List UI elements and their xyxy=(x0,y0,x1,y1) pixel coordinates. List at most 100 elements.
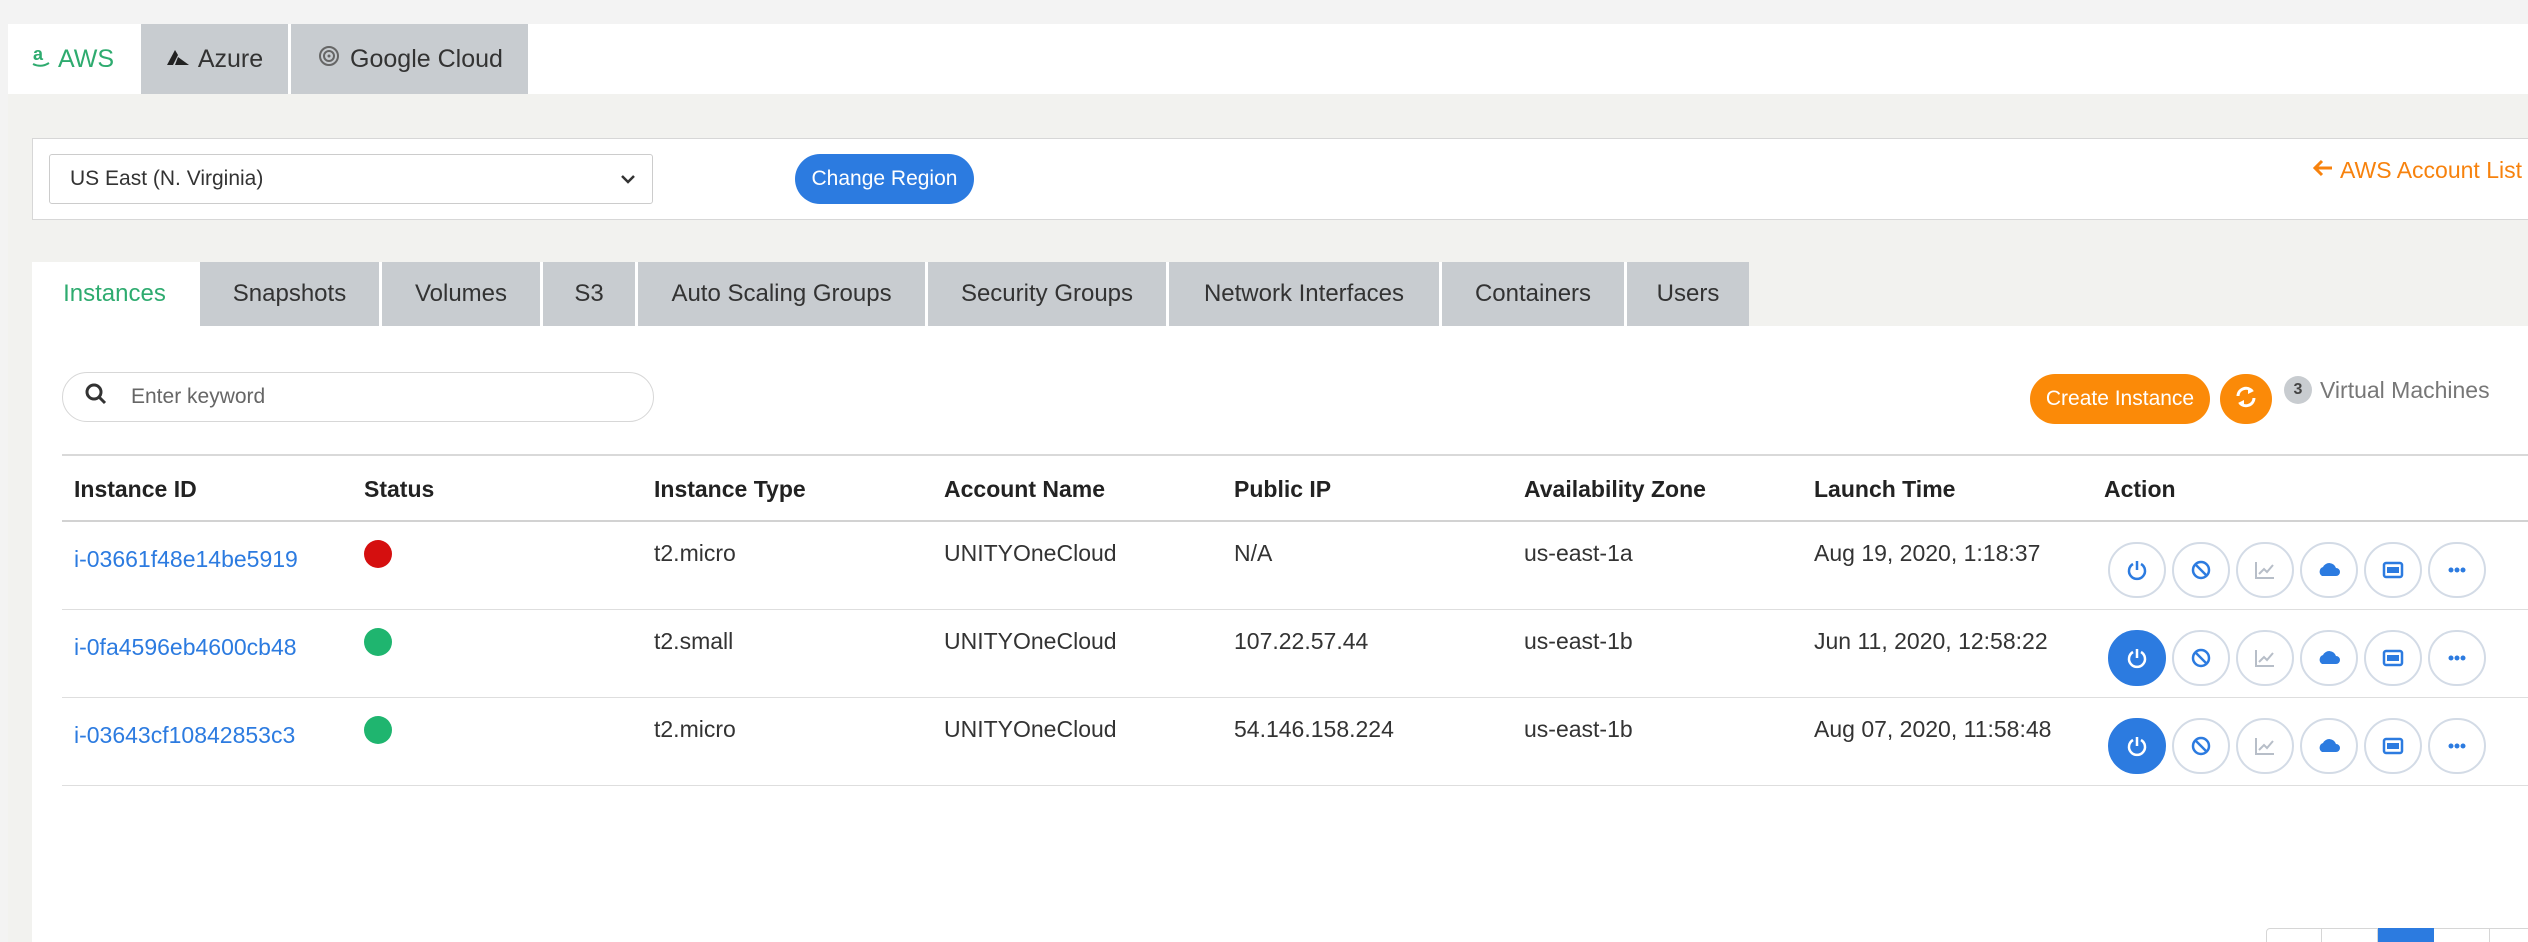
page-last-button[interactable]: » xyxy=(2490,928,2528,942)
page: a AWS Azure Google Cloud US East (N. Vir… xyxy=(0,0,2528,942)
page-first-button[interactable]: « xyxy=(2266,928,2322,942)
instance-id-link[interactable]: i-03661f48e14be5919 xyxy=(74,546,298,573)
arrow-left-icon xyxy=(2312,157,2334,184)
status-cell xyxy=(364,540,392,568)
google-cloud-icon xyxy=(316,45,342,74)
monitor-button[interactable] xyxy=(2236,630,2294,686)
more-button[interactable] xyxy=(2428,630,2486,686)
power-icon xyxy=(2127,737,2147,757)
tab-security-groups[interactable]: Security Groups xyxy=(928,262,1169,326)
chart-icon xyxy=(2255,562,2274,579)
cloud-button[interactable] xyxy=(2300,718,2358,774)
launch-time: Aug 19, 2020, 1:18:37 xyxy=(1814,540,2041,566)
ellipsis-icon xyxy=(2448,567,2466,573)
row-actions xyxy=(2108,718,2486,774)
cloud-icon xyxy=(2319,739,2340,752)
tab-aws[interactable]: a AWS xyxy=(8,24,141,94)
chart-icon xyxy=(2255,650,2274,667)
power-button[interactable] xyxy=(2108,630,2166,686)
status-running-dot xyxy=(364,716,392,744)
ellipsis-icon xyxy=(2448,743,2466,749)
tab-instances[interactable]: Instances xyxy=(32,262,200,326)
chevron-down-icon xyxy=(618,169,638,189)
tab-s3[interactable]: S3 xyxy=(543,262,638,326)
refresh-icon xyxy=(2233,384,2259,415)
power-button[interactable] xyxy=(2108,542,2166,598)
availability-zone: us-east-1a xyxy=(1524,540,1633,566)
console-button[interactable] xyxy=(2364,630,2422,686)
search-placeholder: Enter keyword xyxy=(131,385,266,408)
more-button[interactable] xyxy=(2428,718,2486,774)
tab-network-interfaces[interactable]: Network Interfaces xyxy=(1169,262,1442,326)
ban-icon xyxy=(2191,736,2211,756)
account-name: UNITYOneCloud xyxy=(944,628,1117,654)
search-icon xyxy=(85,383,107,411)
refresh-button[interactable] xyxy=(2220,374,2272,424)
server-icon xyxy=(2382,561,2404,579)
public-ip: 107.22.57.44 xyxy=(1234,628,1369,654)
tab-volumes[interactable]: Volumes xyxy=(382,262,543,326)
chart-icon xyxy=(2255,738,2274,755)
instance-id-link[interactable]: i-0fa4596eb4600cb48 xyxy=(74,634,297,661)
tab-azure[interactable]: Azure xyxy=(141,24,291,94)
search-input[interactable]: Enter keyword xyxy=(62,372,654,422)
monitor-button[interactable] xyxy=(2236,542,2294,598)
cloud-icon xyxy=(2319,651,2340,664)
tab-auto-scaling-groups[interactable]: Auto Scaling Groups xyxy=(638,262,928,326)
ban-icon xyxy=(2191,560,2211,580)
ellipsis-icon xyxy=(2448,655,2466,661)
table-row: i-0fa4596eb4600cb48 t2.small UNITYOneClo… xyxy=(62,610,2528,698)
public-ip: 54.146.158.224 xyxy=(1234,716,1394,742)
server-icon xyxy=(2382,649,2404,667)
header-status[interactable]: Status xyxy=(364,476,434,503)
page-prev-button[interactable]: ‹ xyxy=(2322,928,2378,942)
row-actions xyxy=(2108,630,2486,686)
cloud-button[interactable] xyxy=(2300,542,2358,598)
instances-panel: Enter keyword Create Instance 3 Virtual … xyxy=(32,326,2528,942)
pagination: « ‹ 1 › » xyxy=(2266,928,2528,942)
stop-button[interactable] xyxy=(2172,542,2230,598)
more-button[interactable] xyxy=(2428,542,2486,598)
change-region-button[interactable]: Change Region xyxy=(795,154,974,204)
vm-count-badge: 3 xyxy=(2284,376,2312,404)
amazon-icon: a xyxy=(32,44,50,75)
header-availability-zone[interactable]: Availability Zone xyxy=(1524,476,1706,503)
power-button[interactable] xyxy=(2108,718,2166,774)
tab-containers[interactable]: Containers xyxy=(1442,262,1627,326)
table-row: i-03661f48e14be5919 t2.micro UNITYOneClo… xyxy=(62,522,2528,610)
aws-account-list-link[interactable]: AWS Account List xyxy=(2312,157,2522,184)
header-account-name[interactable]: Account Name xyxy=(944,476,1105,503)
header-public-ip[interactable]: Public IP xyxy=(1234,476,1331,503)
header-instance-id[interactable]: Instance ID xyxy=(74,476,197,503)
header-instance-type[interactable]: Instance Type xyxy=(654,476,806,503)
stop-button[interactable] xyxy=(2172,718,2230,774)
row-actions xyxy=(2108,542,2486,598)
page-next-button[interactable]: › xyxy=(2434,928,2490,942)
instance-id-link[interactable]: i-03643cf10842853c3 xyxy=(74,722,295,749)
instances-table: Instance ID Status Instance Type Account… xyxy=(62,454,2528,786)
page-current-button[interactable]: 1 xyxy=(2378,928,2434,942)
create-instance-button[interactable]: Create Instance xyxy=(2030,374,2210,424)
ban-icon xyxy=(2191,648,2211,668)
header-action: Action xyxy=(2104,476,2176,502)
tab-users[interactable]: Users xyxy=(1627,262,1749,326)
power-icon xyxy=(2127,561,2147,581)
vm-count-label: Virtual Machines xyxy=(2320,376,2490,403)
server-icon xyxy=(2382,737,2404,755)
console-button[interactable] xyxy=(2364,718,2422,774)
azure-icon xyxy=(166,45,190,74)
cloud-button[interactable] xyxy=(2300,630,2358,686)
tab-snapshots[interactable]: Snapshots xyxy=(200,262,382,326)
monitor-button[interactable] xyxy=(2236,718,2294,774)
region-selected-value: US East (N. Virginia) xyxy=(70,167,264,190)
status-cell xyxy=(364,716,392,744)
header-launch-time[interactable]: Launch Time xyxy=(1814,476,1955,503)
account-name: UNITYOneCloud xyxy=(944,540,1117,566)
status-cell xyxy=(364,628,392,656)
tab-google-cloud[interactable]: Google Cloud xyxy=(291,24,531,94)
cloud-icon xyxy=(2319,563,2340,576)
cloud-provider-tabs: a AWS Azure Google Cloud xyxy=(8,24,2528,94)
console-button[interactable] xyxy=(2364,542,2422,598)
stop-button[interactable] xyxy=(2172,630,2230,686)
region-select[interactable]: US East (N. Virginia) xyxy=(49,154,653,204)
